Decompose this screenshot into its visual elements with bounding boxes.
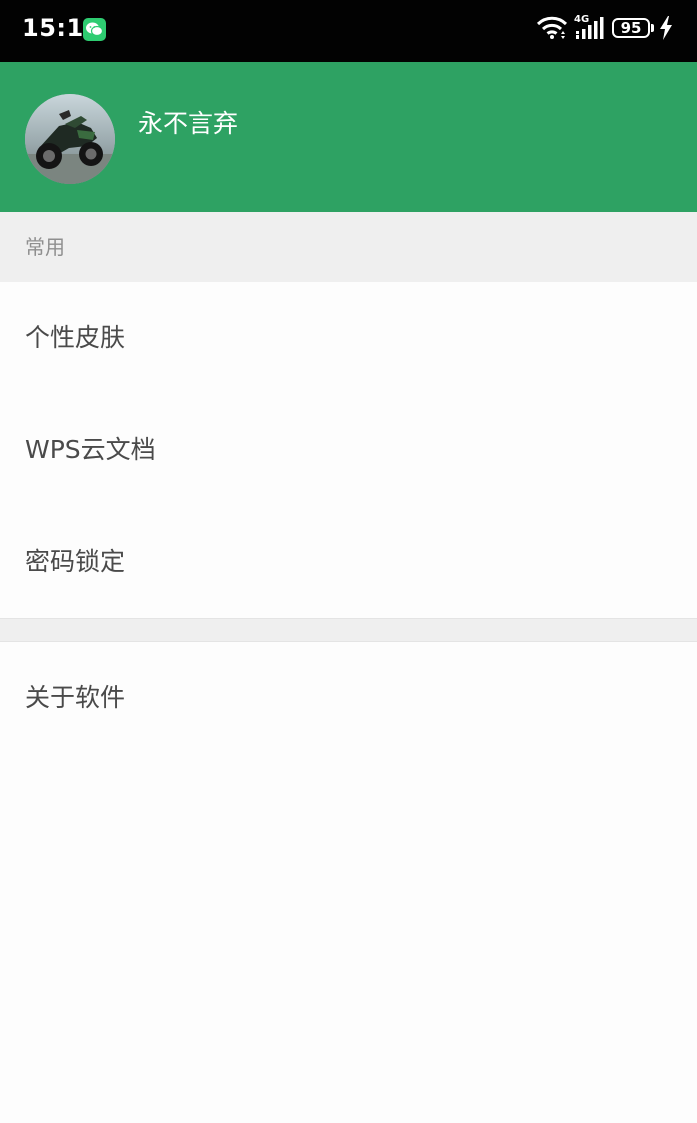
section-title: 常用 [25, 235, 65, 259]
battery-icon: 95 [612, 18, 650, 38]
menu-item-password-lock[interactable]: 密码锁定 [0, 506, 697, 618]
section-header-common: 常用 [0, 212, 697, 282]
user-avatar[interactable] [25, 94, 115, 184]
username: 永不言弃 [138, 109, 239, 138]
menu-group-common: 个性皮肤 WPS云文档 密码锁定 [0, 282, 697, 618]
menu-item-label: 密码锁定 [25, 547, 126, 576]
menu-item-skin[interactable]: 个性皮肤 [0, 282, 697, 394]
wifi-icon [536, 16, 568, 44]
menu-item-wps-cloud[interactable]: WPS云文档 [0, 394, 697, 506]
menu-group-about: 关于软件 [0, 642, 697, 754]
menu-item-label: WPS云文档 [25, 435, 156, 464]
wechat-icon [83, 18, 106, 41]
status-bar: 15:15 4G 95 [0, 0, 697, 62]
battery-level: 95 [620, 19, 642, 37]
group-divider [0, 618, 697, 642]
charging-icon [659, 16, 673, 44]
menu-item-label: 关于软件 [25, 683, 126, 712]
menu-item-about[interactable]: 关于软件 [0, 642, 697, 754]
battery-tip [651, 24, 654, 32]
menu-item-label: 个性皮肤 [25, 323, 126, 352]
profile-header: 永不言弃 [0, 62, 697, 212]
